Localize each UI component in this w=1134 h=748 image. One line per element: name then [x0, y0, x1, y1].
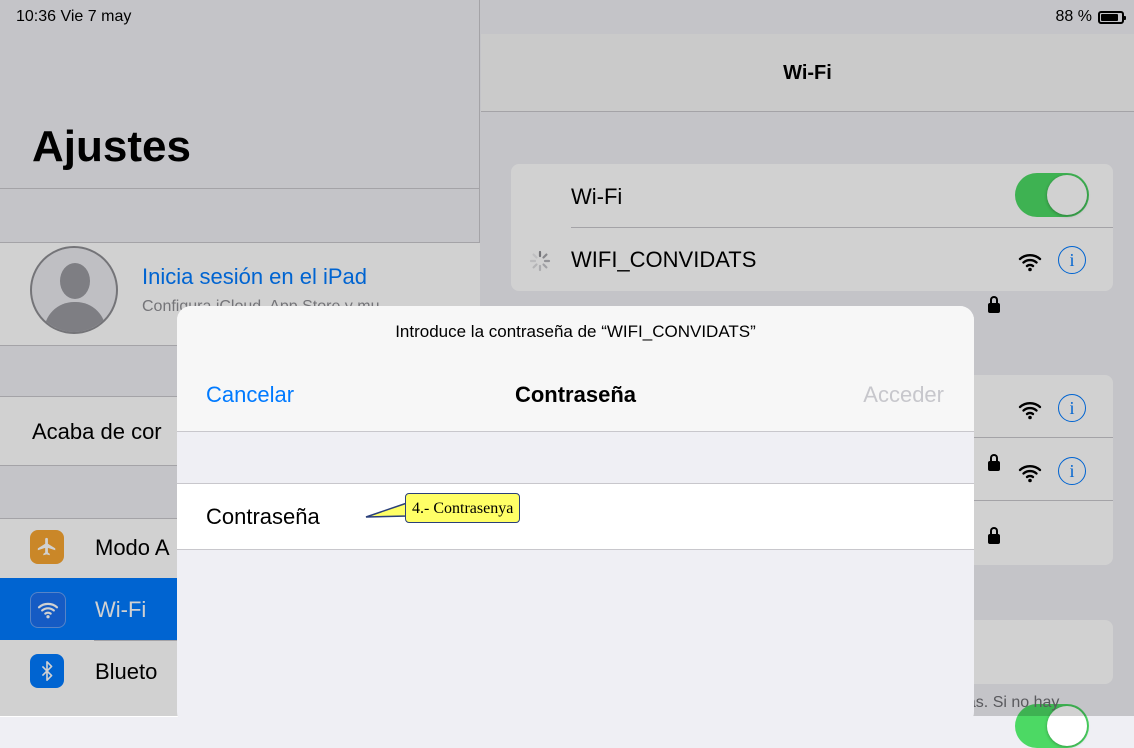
cancel-button[interactable]: Cancelar [206, 382, 294, 408]
callout-label: 4.- Contrasenya [405, 493, 521, 523]
callout-pointer [365, 501, 408, 518]
password-row: Contraseña [177, 483, 974, 550]
dialog-prompt: Introduce la contraseña de “WIFI_CONVIDA… [395, 322, 756, 341]
password-label: Contraseña [206, 504, 320, 529]
join-button[interactable]: Acceder [863, 382, 944, 408]
password-dialog: Introduce la contraseña de “WIFI_CONVIDA… [177, 306, 974, 726]
